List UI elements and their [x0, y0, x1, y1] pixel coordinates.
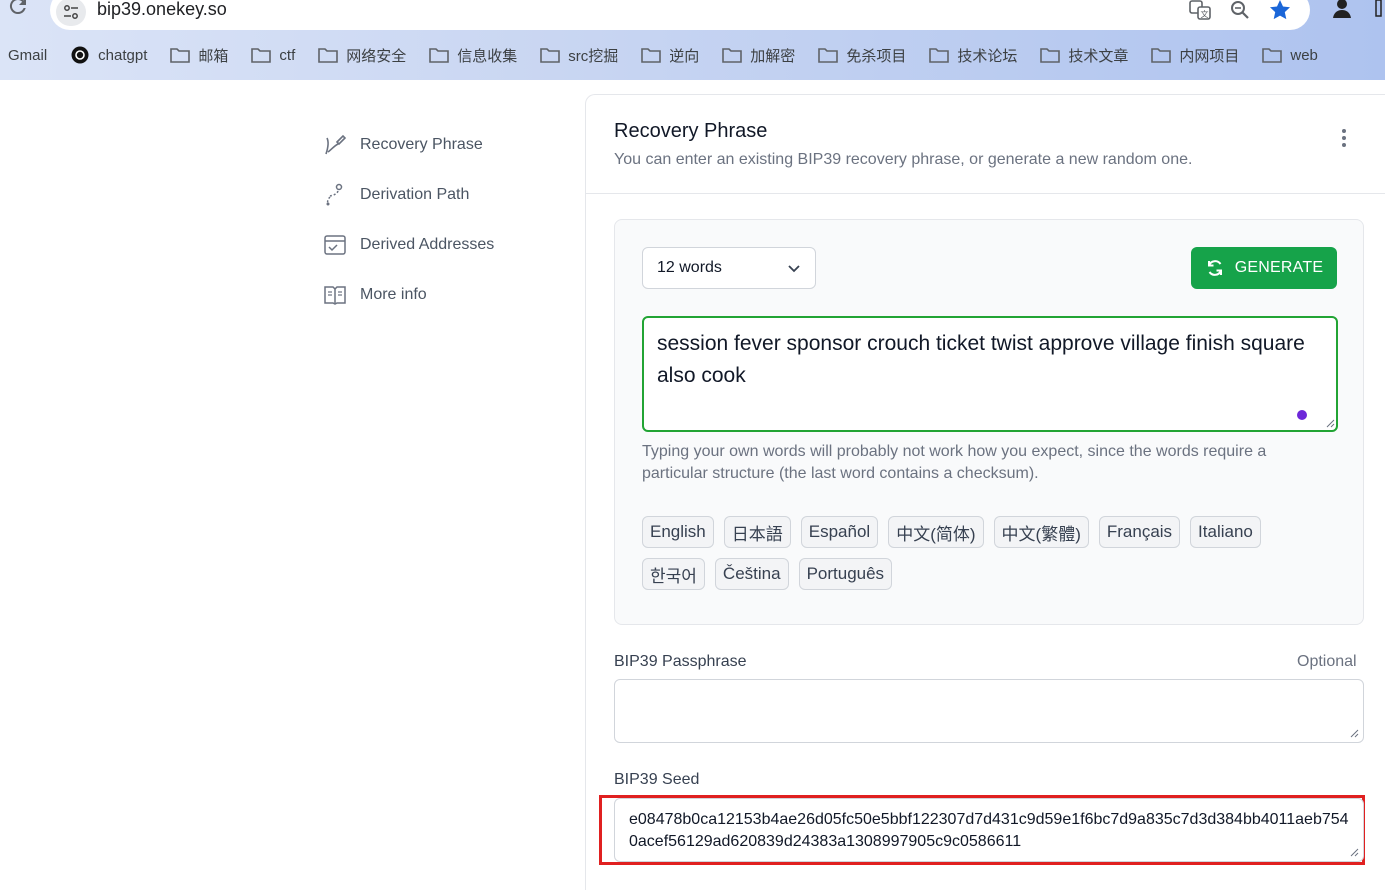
nav-item-more-info[interactable]: More info — [322, 270, 494, 320]
folder-icon — [1262, 48, 1283, 63]
recovery-phrase-card: Recovery Phrase You can enter an existin… — [585, 94, 1385, 890]
bookmark-folder-web[interactable]: web — [1261, 46, 1318, 64]
checksum-hint: Typing your own words will probably not … — [642, 443, 1267, 482]
lang-portuguese[interactable]: Português — [798, 558, 893, 590]
bookmark-folder-src[interactable]: src挖掘 — [539, 45, 618, 66]
zoom-icon[interactable] — [1228, 0, 1252, 22]
bookmark-folder-ctf[interactable]: ctf — [250, 46, 295, 64]
folder-icon — [429, 48, 450, 63]
lang-italian[interactable]: Italiano — [1190, 516, 1261, 548]
divider — [586, 193, 1385, 194]
svg-text:文: 文 — [1201, 9, 1209, 19]
chevron-down-icon — [788, 265, 800, 273]
bookmark-folder-netsec[interactable]: 网络安全 — [317, 45, 406, 66]
bookmark-folder-articles[interactable]: 技术文章 — [1039, 45, 1128, 66]
generate-button[interactable]: GENERATE — [1191, 247, 1337, 289]
folder-icon — [540, 48, 561, 63]
translate-icon[interactable]: 文 — [1188, 0, 1212, 22]
folder-icon — [641, 48, 662, 63]
bookmark-folder-forums[interactable]: 技术论坛 — [928, 45, 1017, 66]
lang-french[interactable]: Français — [1098, 516, 1181, 548]
lang-chinese-simplified[interactable]: 中文(简体) — [888, 516, 984, 548]
language-list: English 日本語 Español 中文(简体) 中文(繁體) França… — [642, 516, 1332, 590]
nav-item-derived-addresses[interactable]: Derived Addresses — [322, 220, 494, 270]
checklist-icon — [324, 235, 346, 255]
url-text[interactable]: bip39.onekey.so — [97, 0, 227, 20]
more-options-icon[interactable] — [1338, 127, 1350, 149]
word-count-select[interactable]: 12 words — [642, 247, 816, 289]
lang-czech[interactable]: Čeština — [714, 558, 789, 590]
folder-icon — [251, 48, 272, 63]
bookmark-folder-intranet[interactable]: 内网项目 — [1150, 45, 1239, 66]
bookmark-star-icon[interactable] — [1268, 0, 1292, 22]
refresh-icon — [1207, 260, 1222, 276]
browser-toolbar: bip39.onekey.so 文 Gmail chatgpt 邮箱 ctf 网… — [0, 0, 1385, 80]
seed-label: BIP39 Seed — [614, 771, 700, 788]
bookmark-folder-evasion[interactable]: 免杀项目 — [817, 45, 906, 66]
lang-korean[interactable]: 한국어 — [642, 558, 705, 590]
folder-icon — [722, 48, 743, 63]
bookmark-gmail[interactable]: Gmail — [8, 47, 47, 64]
seed-output[interactable]: e08478b0ca12153b4ae26d05fc50e5bbf122307d… — [614, 798, 1364, 862]
folder-icon — [929, 48, 950, 63]
folder-icon — [318, 48, 339, 63]
folder-icon — [1040, 48, 1061, 63]
bookmarks-bar: Gmail chatgpt 邮箱 ctf 网络安全 信息收集 src挖掘 逆向 … — [0, 40, 1340, 70]
passphrase-input[interactable] — [614, 679, 1364, 743]
pen-icon — [325, 134, 347, 155]
bookmark-folder-crypto[interactable]: 加解密 — [721, 45, 795, 66]
lang-japanese[interactable]: 日本語 — [723, 516, 791, 548]
path-icon — [326, 183, 343, 206]
folder-icon — [818, 48, 839, 63]
browser-menu-icon[interactable] — [1372, 0, 1385, 20]
resize-handle-icon[interactable] — [1325, 418, 1335, 428]
folder-icon — [1151, 48, 1172, 63]
status-dot — [1297, 410, 1307, 420]
bookmark-folder-recon[interactable]: 信息收集 — [428, 45, 517, 66]
bookmark-chatgpt[interactable]: chatgpt — [69, 46, 147, 64]
nav-item-recovery-phrase[interactable]: Recovery Phrase — [322, 120, 494, 170]
passphrase-label: BIP39 Passphrase — [614, 653, 747, 670]
bookmark-folder-reverse[interactable]: 逆向 — [640, 45, 699, 66]
side-nav: Recovery Phrase Derivation Path Derived … — [322, 120, 494, 320]
card-subtitle: You can enter an existing BIP39 recovery… — [614, 151, 1193, 168]
reload-icon[interactable] — [6, 0, 30, 18]
book-icon — [324, 286, 346, 305]
resize-handle-icon[interactable] — [1349, 847, 1359, 857]
site-info-icon[interactable] — [56, 0, 86, 26]
folder-icon — [170, 48, 191, 63]
bookmark-folder-mail[interactable]: 邮箱 — [169, 45, 228, 66]
chatgpt-icon — [71, 46, 89, 64]
profile-icon[interactable] — [1330, 0, 1354, 20]
phrase-panel: 12 words GENERATE session fever sponsor … — [614, 219, 1364, 625]
card-title: Recovery Phrase — [614, 120, 768, 142]
nav-item-derivation-path[interactable]: Derivation Path — [322, 170, 494, 220]
passphrase-optional-label: Optional — [1297, 653, 1357, 670]
resize-handle-icon[interactable] — [1349, 728, 1359, 738]
address-bar[interactable]: bip39.onekey.so 文 — [50, 0, 1310, 30]
lang-english[interactable]: English — [642, 516, 714, 548]
lang-chinese-traditional[interactable]: 中文(繁體) — [993, 516, 1089, 548]
lang-spanish[interactable]: Español — [800, 516, 879, 548]
mnemonic-input[interactable]: session fever sponsor crouch ticket twis… — [642, 316, 1338, 432]
